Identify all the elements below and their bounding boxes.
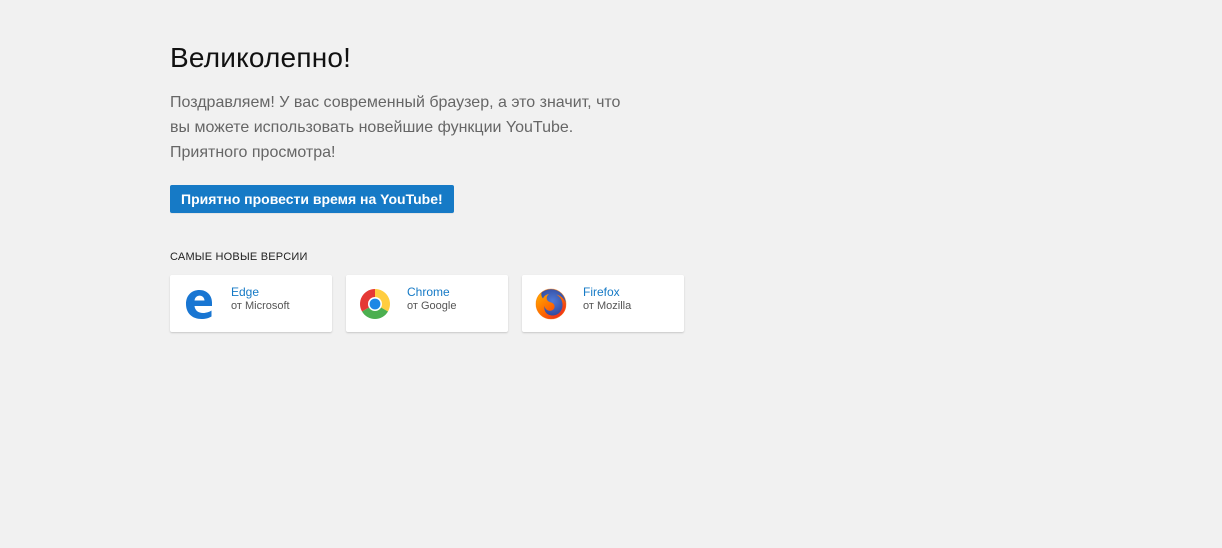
browser-list: Edge от Microsoft Chrome от Google Firef… [170,275,770,332]
page-title: Великолепно! [170,42,352,73]
chrome-icon [358,287,392,321]
edge-icon [182,287,216,321]
browser-card-firefox[interactable]: Firefox от Mozilla [522,275,684,332]
main-content: Великолепно! Поздравляем! У вас современ… [170,40,770,332]
section-label: САМЫЕ НОВЫЕ ВЕРСИИ [170,251,308,263]
browser-name: Edge [231,284,260,299]
browser-name: Firefox [583,284,620,299]
go-to-youtube-button[interactable]: Приятно провести время на YouTube! [170,185,454,213]
browser-vendor: от Mozilla [583,299,632,312]
browser-card-chrome[interactable]: Chrome от Google [346,275,508,332]
browser-vendor: от Google [407,299,457,312]
page-description: Поздравляем! У вас современный браузер, … [170,94,621,161]
firefox-icon [534,287,568,321]
browser-vendor: от Microsoft [231,299,290,312]
browser-card-edge[interactable]: Edge от Microsoft [170,275,332,332]
browser-name: Chrome [407,284,450,299]
